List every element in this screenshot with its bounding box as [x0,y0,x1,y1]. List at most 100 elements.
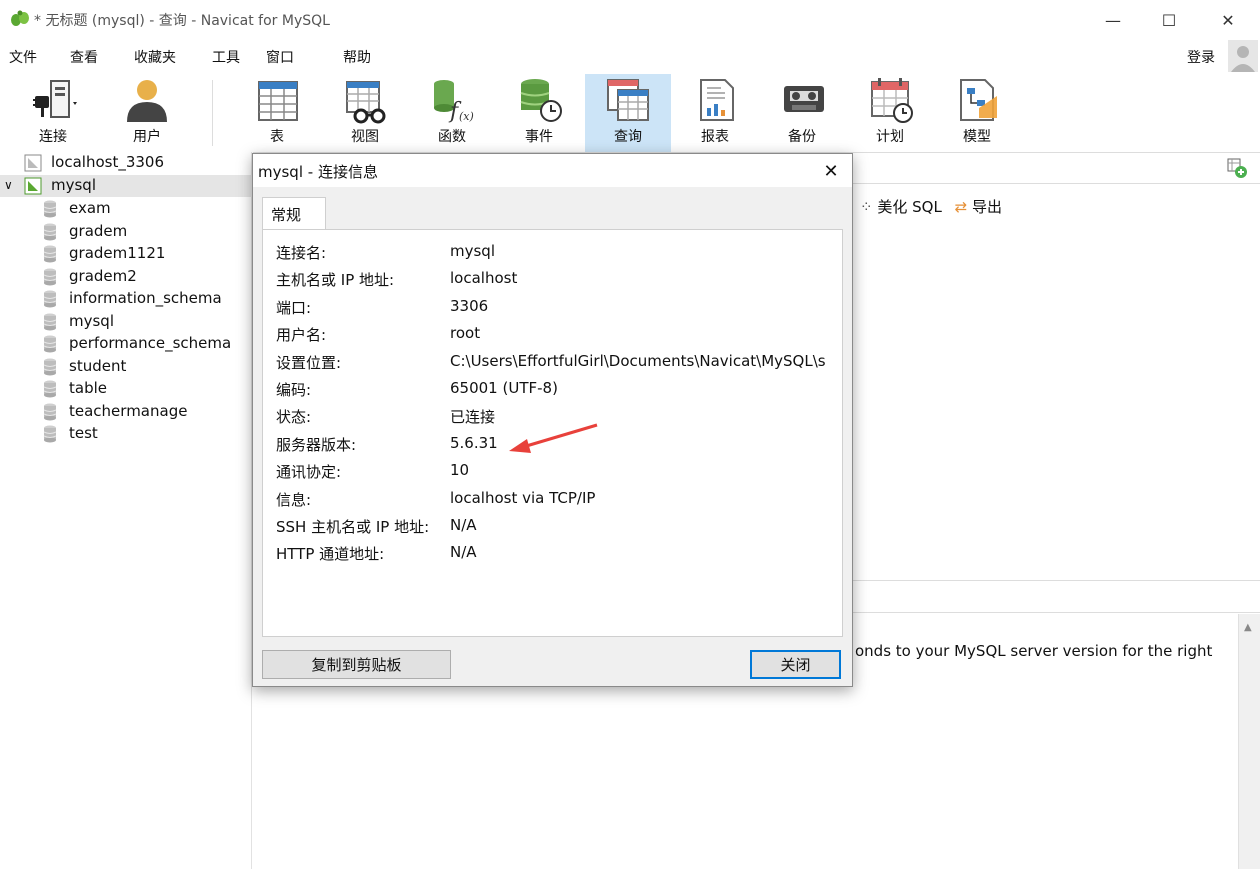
schedule-calendar-icon [871,78,913,123]
export-icon: ⇄ [954,198,968,216]
database-icon [43,403,57,420]
dialog-close-icon[interactable]: ✕ [816,157,846,185]
info-value: localhost [450,269,518,288]
database-icon [43,313,57,330]
scroll-up-icon[interactable]: ▲ [1244,622,1252,633]
tree-label: teachermanage [69,401,188,420]
toolbar-divider [212,80,213,146]
backup-tape-icon [784,86,824,112]
menu-view[interactable]: 查看 [70,47,98,67]
tree-database-item[interactable]: performance_schema [0,333,252,355]
toolbar-label: 事件 [525,129,553,145]
editor-toolbar: ⁘ 美化 SQL ⇄ 导出 [860,196,1002,217]
database-icon [43,268,57,285]
toolbar-view-button[interactable]: 视图 [324,74,406,152]
tree-label: gradem2 [69,266,137,285]
tree-label: performance_schema [69,334,232,352]
tab-general[interactable]: 常规 [262,197,326,230]
toolbar-event-button[interactable]: 事件 [498,74,580,152]
menu-favorites[interactable]: 收藏夹 [134,47,176,67]
info-label: 主机名或 IP 地址: [276,271,395,290]
database-icon [43,200,57,218]
info-value: 10 [450,461,470,480]
tree-connection-mysql[interactable]: ∨ mysql [0,175,252,197]
tree-database-item[interactable]: table [0,378,252,400]
query-icon [607,79,649,121]
info-value: 65001 (UTF-8) [450,379,558,397]
close-button[interactable]: 关闭 [750,650,841,679]
info-value: root [450,324,481,343]
tree-label: gradem [69,221,128,240]
toolbar-label: 备份 [788,129,816,145]
database-icon [43,380,57,398]
svg-text:(x): (x) [459,110,474,123]
model-icon [960,79,997,121]
toolbar-connection-button[interactable]: 连接 [12,74,94,152]
tree-database-item[interactable]: gradem [0,221,252,243]
info-value: localhost via TCP/IP [450,488,596,507]
toolbar-schedule-button[interactable]: 计划 [849,74,931,152]
connection-info-dialog: mysql - 连接信息 ✕ 常规 复制到剪贴板 关闭 连接名: mysql 主机名… [252,153,853,687]
toolbar-model-button[interactable]: 模型 [936,74,1018,152]
login-link[interactable]: 登录 [1187,47,1215,67]
database-icon [43,425,57,443]
tree-label: gradem1121 [69,244,166,262]
info-label: 设置位置: [276,353,342,372]
report-icon [700,79,734,121]
menu-window[interactable]: 窗口 [266,47,294,67]
maximize-button[interactable]: ☐ [1146,0,1192,40]
event-clock-icon [520,79,562,122]
menu-tools[interactable]: 工具 [212,47,240,67]
info-label: 编码: [276,381,312,399]
close-window-button[interactable]: ✕ [1205,0,1251,40]
new-tab-icon[interactable] [1226,157,1248,179]
toolbar-label: 模型 [963,129,991,145]
beautify-sql-button[interactable]: 美化 SQL [877,198,941,216]
tree-database-item[interactable]: gradem1121 [0,243,252,265]
copy-to-clipboard-button[interactable]: 复制到剪贴板 [262,650,451,679]
toolbar-label: 连接 [39,129,67,145]
tree-label: localhost_3306 [51,153,165,171]
info-value: N/A [450,543,477,562]
avatar-icon[interactable] [1228,40,1258,72]
tree-database-item[interactable]: mysql [0,311,252,333]
user-icon [127,80,167,122]
chevron-down-icon[interactable]: ∨ [4,178,13,192]
toolbar-user-button[interactable]: 用户 [106,74,188,152]
tree-database-item[interactable]: gradem2 [0,266,252,288]
info-value: 已连接 [450,408,496,427]
info-label: HTTP 通道地址: [276,545,385,564]
tree-database-item[interactable]: test [0,423,252,445]
database-icon [43,223,57,240]
toolbar-label: 表 [270,129,284,145]
export-button[interactable]: 导出 [972,198,1002,216]
toolbar-query-button[interactable]: 查询 [585,74,671,152]
tree-database-item[interactable]: exam [0,198,252,220]
toolbar-function-button[interactable]: f (x) 函数 [411,74,493,152]
info-value: 5.6.31 [450,433,498,452]
database-icon [43,290,57,308]
info-label: 服务器版本: [276,435,357,454]
info-label: 端口: [276,298,312,317]
tree-database-item[interactable]: information_schema [0,288,252,310]
toolbar-label: 用户 [133,129,161,145]
function-icon: f (x) [434,80,474,124]
tree-label: exam [69,199,111,217]
tree-database-item[interactable]: student [0,356,252,378]
tree-connection-localhost[interactable]: localhost_3306 [0,152,252,174]
results-scrollbar[interactable]: ▲ [1238,614,1260,869]
toolbar-backup-button[interactable]: 备份 [761,74,843,152]
minimize-button[interactable]: — [1090,0,1136,40]
toolbar-table-button[interactable]: 表 [236,74,318,152]
view-glasses-icon [346,81,386,124]
dialog-title-bar: mysql - 连接信息 ✕ [253,154,852,187]
menu-help[interactable]: 帮助 [343,47,371,67]
toolbar-report-button[interactable]: 报表 [674,74,756,152]
magic-wand-icon: ⁘ [860,198,873,216]
menu-file[interactable]: 文件 [9,47,37,67]
toolbar-label: 报表 [701,129,729,145]
title-bar: * 无标题 (mysql) - 查询 - Navicat for MySQL —… [0,0,1260,40]
tree-database-item[interactable]: teachermanage [0,401,252,423]
info-label: 通讯协定: [276,463,342,482]
toolbar-label: 视图 [351,129,379,145]
